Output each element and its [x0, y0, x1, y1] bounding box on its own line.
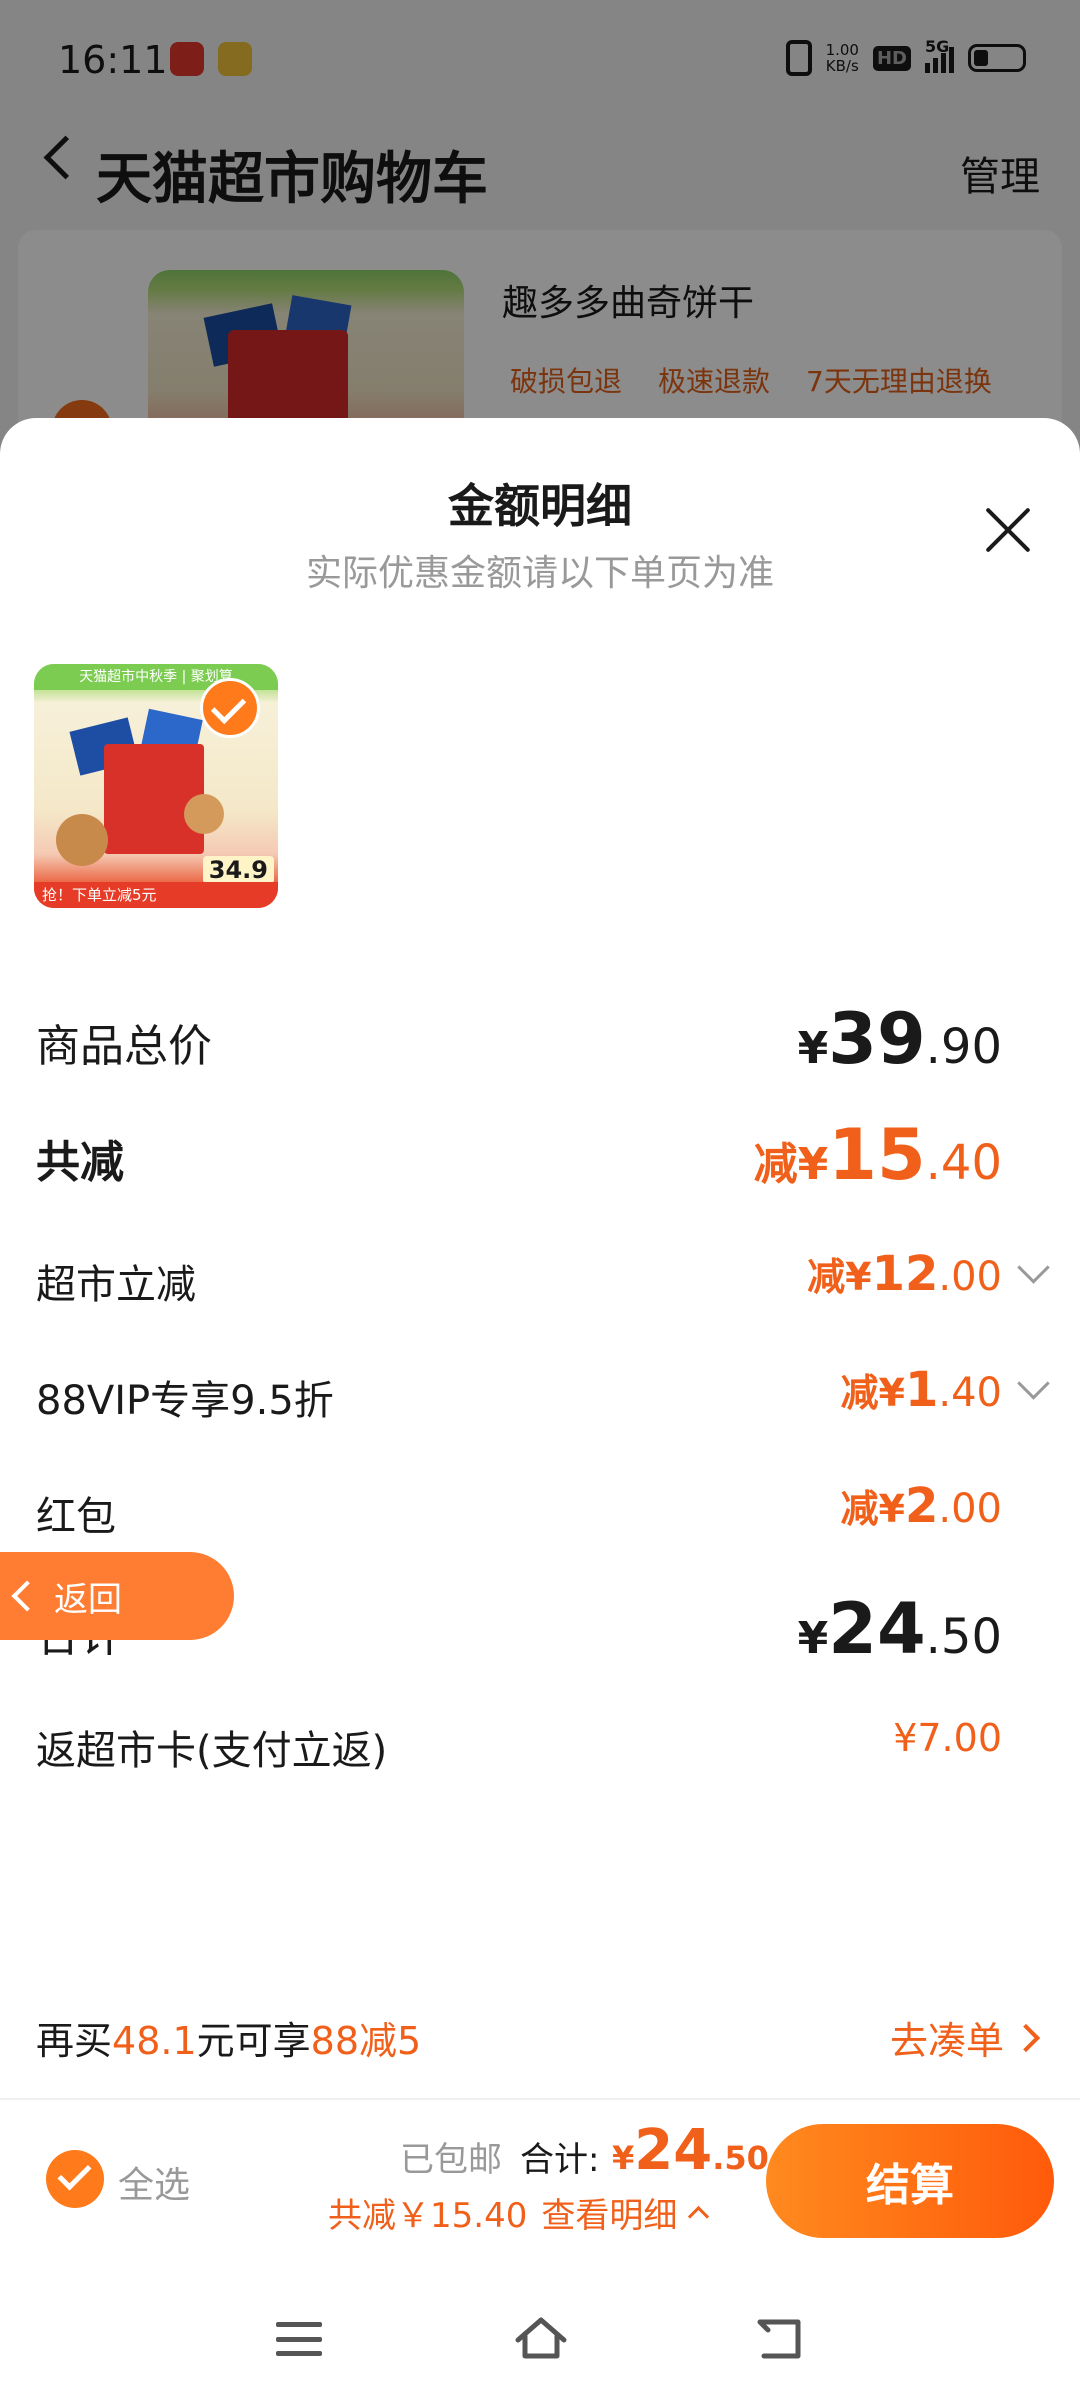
chevron-up-icon	[688, 2205, 710, 2228]
promo-text-2: 元可享	[196, 2019, 311, 2063]
select-all-checkbox[interactable]	[46, 2150, 104, 2208]
total-amount: ¥24.50	[612, 2118, 769, 2183]
red-packet-amount: 减¥2.00	[840, 1478, 1002, 1534]
goods-total-label: 商品总价	[36, 1021, 212, 1072]
promo-offer: 88减5	[310, 2019, 422, 2063]
card-rebate-label: 返超市卡(支付立返)	[36, 1728, 388, 1774]
subtotal-amount: ¥24.50	[797, 1588, 1002, 1670]
gather-order-link[interactable]: 去凑单	[889, 2010, 1041, 2065]
vip-discount-amount[interactable]: 减¥1.40	[841, 1362, 1002, 1418]
chevron-right-icon	[1011, 2023, 1041, 2052]
product-image-price: 34.9	[202, 856, 274, 884]
promo-hint: 再买48.1元可享88减5	[36, 2010, 421, 2065]
red-packet-label: 红包	[36, 1494, 116, 1540]
system-back-icon[interactable]	[756, 2318, 804, 2360]
promo-amount: 48.1	[112, 2019, 197, 2063]
recent-apps-icon[interactable]	[276, 2322, 322, 2356]
sheet-subtitle: 实际优惠金额请以下单页为准	[305, 553, 774, 594]
gather-order-label: 去凑单	[889, 2019, 1004, 2063]
goods-total-amount: ¥39.90	[797, 998, 1002, 1080]
view-detail-link[interactable]: 共减￥15.40 查看明细	[328, 2188, 710, 2237]
view-detail-label: 查看明细	[541, 2196, 678, 2236]
product-checked-icon[interactable]	[200, 678, 260, 738]
free-shipping-label: 已包邮	[400, 2140, 502, 2180]
chevron-left-icon	[11, 1580, 43, 1612]
sheet-title: 金额明细	[448, 479, 632, 533]
divider	[0, 2098, 1080, 2100]
promo-text-1: 再买	[36, 2019, 113, 2063]
select-all-label[interactable]: 全选	[118, 2156, 190, 2208]
close-icon[interactable]	[982, 504, 1034, 556]
card-rebate-amount: ¥7.00	[893, 1716, 1002, 1760]
market-discount-label: 超市立减	[36, 1262, 196, 1308]
total-discount-label: 共减	[36, 1137, 124, 1188]
saved-amount: 共减￥15.40	[328, 2196, 528, 2236]
vip-discount-label: 88VIP专享9.5折	[36, 1378, 334, 1424]
home-icon[interactable]	[514, 2316, 568, 2360]
back-pill-label: 返回	[54, 1579, 122, 1620]
floating-back-button[interactable]: 返回	[0, 1552, 234, 1640]
product-image-promo: 抢！下单立减5元	[34, 882, 278, 908]
total-label: 合计:	[520, 2140, 600, 2180]
market-discount-amount[interactable]: 减¥12.00	[807, 1246, 1002, 1302]
total-discount-amount: 减¥15.40	[753, 1114, 1002, 1196]
checkout-button[interactable]: 结算	[766, 2124, 1054, 2238]
